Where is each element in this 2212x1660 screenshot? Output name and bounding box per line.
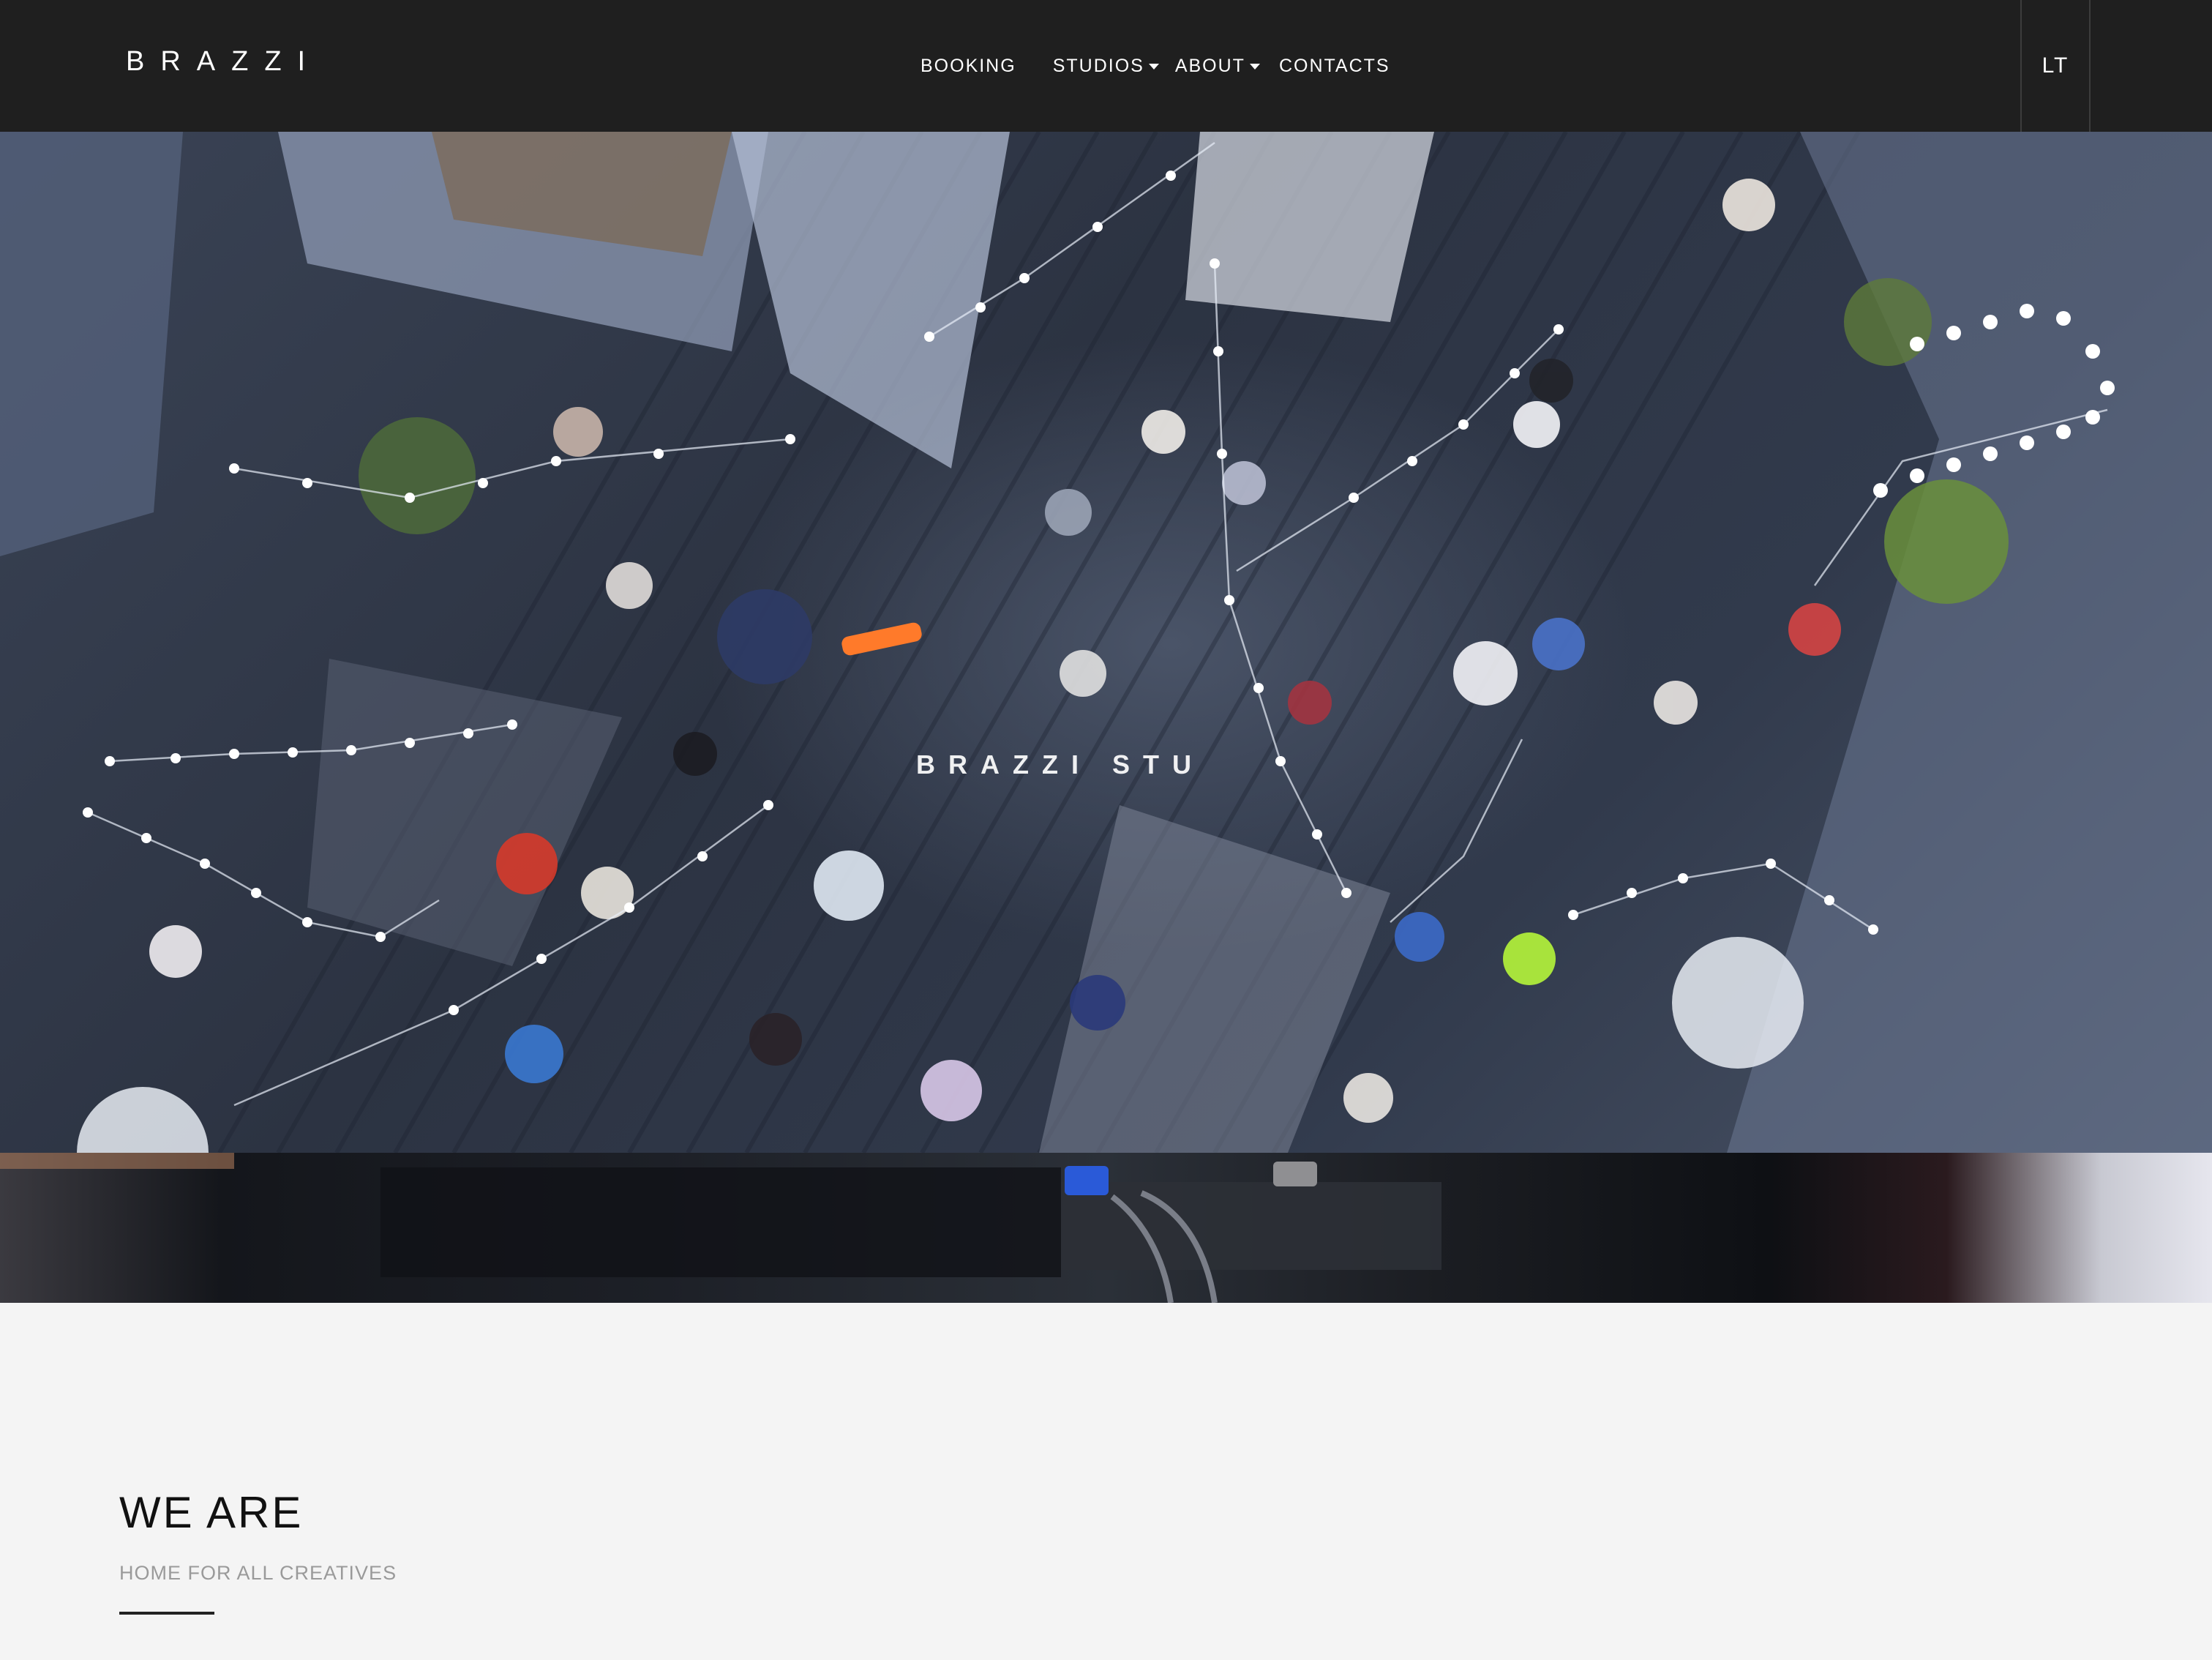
- nav-booking[interactable]: BOOKING: [921, 51, 1016, 81]
- section-subheading: HOME FOR ALL CREATIVES: [119, 1562, 397, 1584]
- section-heading: WE ARE: [119, 1488, 304, 1537]
- hero-video: BRAZZI STU: [0, 132, 2212, 1153]
- site-header: BRAZZI BOOKING STUDIOS ABOUT CONTACTS LT: [0, 0, 2212, 132]
- hero-strip-image: [0, 1153, 1441, 1303]
- nav-about-label: ABOUT: [1174, 56, 1245, 76]
- hero-background-image: [0, 132, 2212, 1153]
- hero-bottom-strip: [0, 1153, 2212, 1303]
- language-label: LT: [2042, 53, 2069, 78]
- nav-contacts[interactable]: CONTACTS: [1279, 51, 1390, 81]
- chevron-down-icon: [1148, 64, 1159, 70]
- section-divider: [119, 1612, 214, 1615]
- nav-booking-label: BOOKING: [921, 56, 1016, 76]
- nav-studios-label: STUDIOS: [1052, 56, 1144, 76]
- brand-logo[interactable]: BRAZZI: [126, 45, 321, 78]
- main-nav: BOOKING STUDIOS ABOUT CONTACTS: [921, 51, 1390, 81]
- nav-contacts-label: CONTACTS: [1278, 56, 1390, 76]
- language-switcher[interactable]: LT: [2020, 0, 2091, 132]
- nav-studios[interactable]: STUDIOS: [1053, 51, 1159, 81]
- nav-about[interactable]: ABOUT: [1175, 51, 1260, 81]
- hero-overlay-title: BRAZZI STU: [916, 749, 1204, 779]
- chevron-down-icon: [1249, 64, 1260, 70]
